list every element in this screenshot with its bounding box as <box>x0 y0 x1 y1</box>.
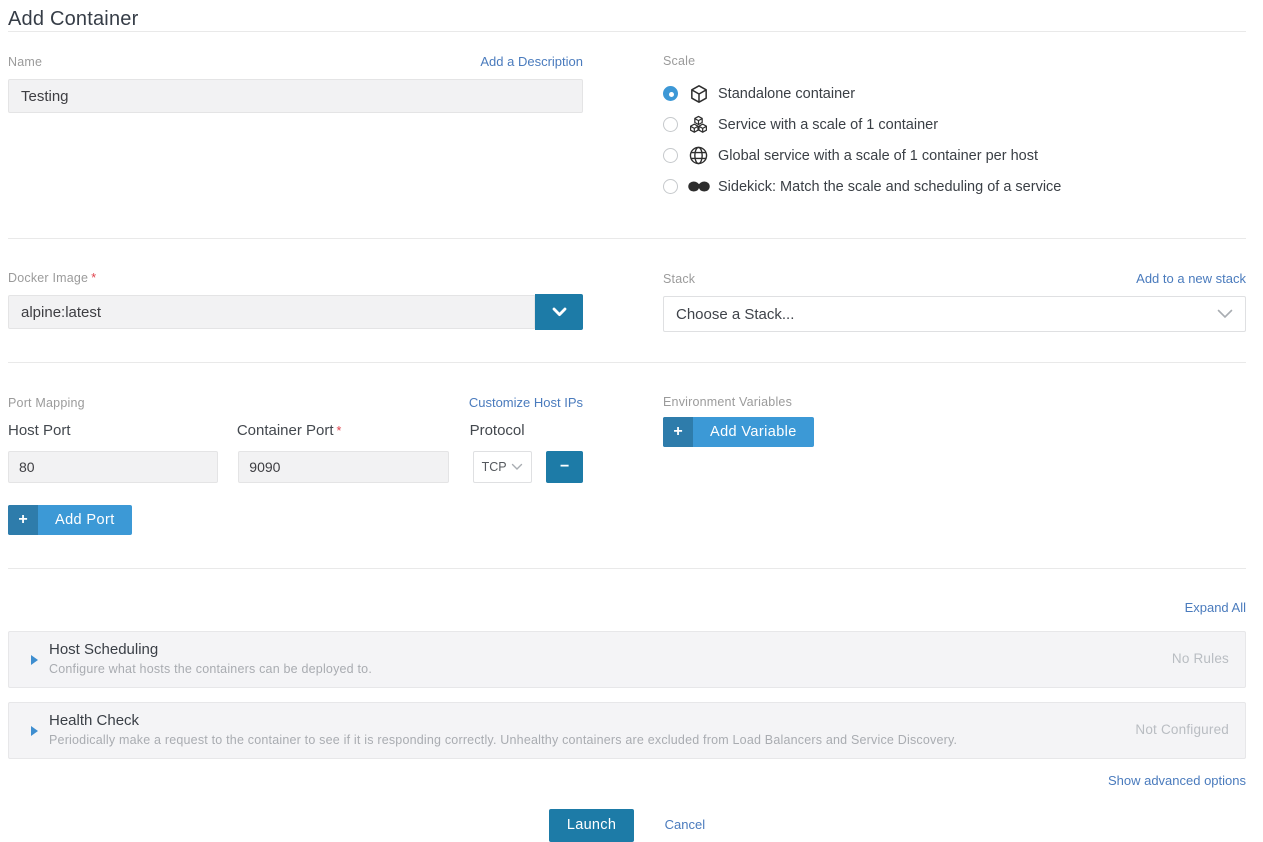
required-marker: * <box>91 271 96 285</box>
cancel-button[interactable]: Cancel <box>665 817 705 832</box>
add-port-button[interactable]: + Add Port <box>8 505 132 535</box>
port-mapping-label: Port Mapping <box>8 396 85 410</box>
health-check-accordion[interactable]: Health Check Periodically make a request… <box>8 702 1246 759</box>
docker-image-input[interactable] <box>8 295 535 329</box>
required-marker: * <box>337 424 342 438</box>
name-section: Name Add a Description <box>8 54 583 202</box>
name-label: Name <box>8 55 42 69</box>
plus-icon: + <box>8 505 38 535</box>
protocol-select-value: TCP <box>482 460 507 474</box>
customize-host-ips-link[interactable]: Customize Host IPs <box>469 395 583 410</box>
accordion-title: Host Scheduling <box>49 641 1152 658</box>
docker-image-label: Docker Image* <box>8 271 96 285</box>
add-container-page: Add Container Name Add a Description Sca… <box>0 0 1263 842</box>
chevron-down-icon <box>552 305 567 320</box>
scale-section: Scale Standalone container Service with … <box>663 54 1246 202</box>
host-port-input[interactable] <box>8 451 218 483</box>
scale-option-service[interactable]: Service with a scale of 1 container <box>663 109 1246 140</box>
host-scheduling-accordion[interactable]: Host Scheduling Configure what hosts the… <box>8 631 1246 688</box>
add-variable-button[interactable]: + Add Variable <box>663 417 814 447</box>
environment-variables-section: Environment Variables + Add Variable <box>663 395 1246 535</box>
scale-option-global[interactable]: Global service with a scale of 1 contain… <box>663 140 1246 171</box>
scale-option-label: Sidekick: Match the scale and scheduling… <box>718 179 1061 195</box>
remove-port-button[interactable]: − <box>546 451 583 483</box>
stack-label: Stack <box>663 272 695 286</box>
port-mapping-section: Port Mapping Customize Host IPs Host Por… <box>8 395 583 535</box>
scale-option-label: Standalone container <box>718 86 855 102</box>
cube-icon <box>687 84 710 104</box>
scale-label: Scale <box>663 54 1246 68</box>
stack-select-value: Choose a Stack... <box>676 306 794 323</box>
add-variable-label: Add Variable <box>693 417 814 447</box>
scale-option-label: Global service with a scale of 1 contain… <box>718 148 1038 164</box>
protocol-column-header: Protocol <box>470 422 583 439</box>
add-port-label: Add Port <box>38 505 132 535</box>
add-description-link[interactable]: Add a Description <box>480 54 583 69</box>
mask-icon <box>687 180 710 193</box>
port-mapping-row: TCP − <box>8 451 583 483</box>
docker-image-dropdown-button[interactable] <box>535 294 583 330</box>
page-title: Add Container <box>8 6 1246 31</box>
stack-section: Stack Add to a new stack Choose a Stack.… <box>663 271 1246 332</box>
accordion-description: Configure what hosts the containers can … <box>49 662 1152 676</box>
expander-triangle-icon <box>31 726 38 736</box>
plus-icon: + <box>663 417 693 447</box>
add-new-stack-link[interactable]: Add to a new stack <box>1136 271 1246 286</box>
cubes-icon <box>687 114 710 135</box>
radio-button-selected[interactable] <box>663 86 678 101</box>
globe-icon <box>687 145 710 166</box>
radio-button[interactable] <box>663 179 678 194</box>
scale-option-label: Service with a scale of 1 container <box>718 117 938 133</box>
name-input[interactable] <box>8 79 583 113</box>
footer-actions: Launch Cancel <box>8 809 1246 842</box>
protocol-select[interactable]: TCP <box>473 451 533 483</box>
chevron-down-icon <box>1217 306 1233 323</box>
accordion-status: No Rules <box>1152 651 1229 666</box>
host-port-column-header: Host Port <box>8 422 237 439</box>
radio-button[interactable] <box>663 117 678 132</box>
radio-button[interactable] <box>663 148 678 163</box>
chevron-down-icon <box>511 460 523 474</box>
accordion-title: Health Check <box>49 712 1115 729</box>
scale-option-sidekick[interactable]: Sidekick: Match the scale and scheduling… <box>663 171 1246 202</box>
scale-option-standalone[interactable]: Standalone container <box>663 78 1246 109</box>
stack-select[interactable]: Choose a Stack... <box>663 296 1246 332</box>
environment-variables-label: Environment Variables <box>663 395 1246 409</box>
section-divider <box>8 568 1246 569</box>
accordion-description: Periodically make a request to the conta… <box>49 733 1115 747</box>
show-advanced-options-link[interactable]: Show advanced options <box>1108 773 1246 788</box>
accordion-status: Not Configured <box>1115 722 1229 737</box>
container-port-column-header: Container Port* <box>237 422 470 439</box>
expander-triangle-icon <box>31 655 38 665</box>
expand-all-link[interactable]: Expand All <box>1185 600 1246 615</box>
launch-button[interactable]: Launch <box>549 809 634 842</box>
container-port-input[interactable] <box>238 451 448 483</box>
docker-image-section: Docker Image* <box>8 271 583 332</box>
